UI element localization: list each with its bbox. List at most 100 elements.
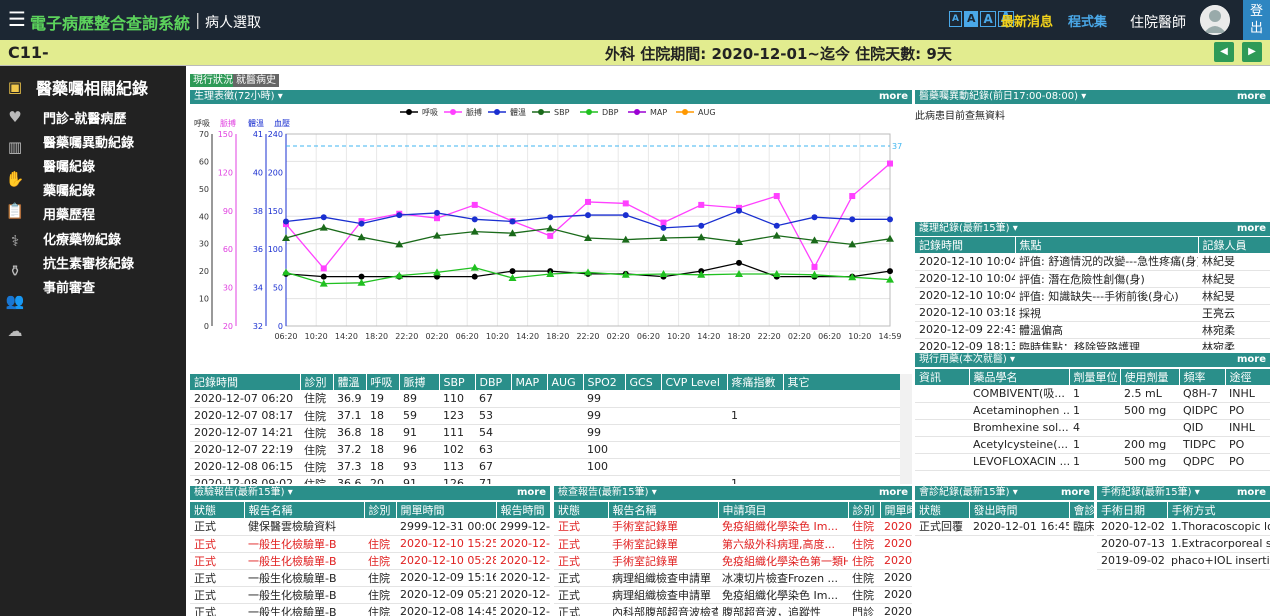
font-size-option[interactable]: A xyxy=(980,11,996,27)
table-row[interactable]: 2020-12-10 10:04 評值: 舒適情況的改變---急性疼痛(身) 林紀旻 xyxy=(915,253,1270,271)
more-link[interactable]: more xyxy=(1237,486,1266,500)
font-size-option[interactable]: A xyxy=(949,11,962,27)
column-header[interactable]: 報告時間 xyxy=(496,502,550,518)
column-header[interactable]: 狀態 xyxy=(190,502,245,518)
column-header[interactable]: 體溫 xyxy=(333,374,367,390)
sidebar-item-outpatient[interactable]: 門診-就醫病歷 xyxy=(43,108,126,127)
column-header[interactable]: 發出時間 xyxy=(969,502,1070,518)
table-row[interactable]: 正式手術室記錄單免疫組織化學染色 Im...住院2020- xyxy=(554,518,912,536)
table-row[interactable]: 正式一般生化檢驗單-B住院2020-12-08 14:452020-12-08 xyxy=(190,603,550,616)
table-row[interactable]: 2020-12-07 22:19 住院 37.2 18 96 102 63 100 xyxy=(190,441,900,459)
next-patient-button[interactable]: ▶ xyxy=(1242,42,1262,62)
table-row[interactable]: 2020-12-07 14:21 住院 36.8 18 91 111 54 99 xyxy=(190,424,900,442)
table-row[interactable]: 正式一般生化檢驗單-B住院2020-12-10 05:282020-12-10 xyxy=(190,552,550,570)
order-change-panel-title[interactable]: 醫藥囑異動紀錄(前日17:00-08:00) xyxy=(919,91,1078,102)
sidebar-item-orders[interactable]: 醫囑紀錄 xyxy=(43,156,95,175)
column-header[interactable]: 焦點 xyxy=(1015,237,1199,253)
column-header[interactable]: GCS xyxy=(625,374,662,390)
table-row[interactable]: 2020-12-10 10:04 評值: 潛在危險性創傷(身) 林紀旻 xyxy=(915,270,1270,288)
column-header[interactable]: 會診 xyxy=(1069,502,1094,518)
more-link[interactable]: more xyxy=(1237,353,1266,367)
column-header[interactable]: AUG xyxy=(547,374,584,390)
nursing-panel-title[interactable]: 護理紀錄(最新15筆) xyxy=(919,223,1010,234)
table-row[interactable]: 正式一般生化檢驗單-B住院2020-12-10 15:252020-12-10 xyxy=(190,535,550,553)
table-row[interactable]: 2020-12-09 22:43 體溫偏高 林宛柔 xyxy=(915,321,1270,339)
sidebar-item-medication-orders[interactable]: 藥囑紀錄 xyxy=(43,180,95,199)
column-header[interactable]: 途徑 xyxy=(1225,369,1270,385)
hamburger-menu-icon[interactable]: ☰ xyxy=(8,7,26,31)
column-header[interactable]: SPO2 xyxy=(583,374,626,390)
column-header[interactable]: SBP xyxy=(439,374,476,390)
table-row[interactable]: 2020-07-131.Extracorporeal shock xyxy=(1097,535,1270,553)
sidebar-item-medication-history[interactable]: 用藥歷程 xyxy=(43,204,95,223)
column-header[interactable]: 其它 xyxy=(783,374,900,390)
sidebar-item-pre-review[interactable]: 事前審查 xyxy=(43,277,95,296)
surgery-panel-title[interactable]: 手術紀錄(最新15筆) xyxy=(1101,487,1192,498)
table-row[interactable]: 2020-12-08 06:15 住院 37.3 18 93 113 67 100 xyxy=(190,458,900,476)
sidebar-item-order-changes[interactable]: 醫藥囑異動紀錄 xyxy=(43,132,134,151)
vitals-table-scrollbar[interactable] xyxy=(900,374,912,484)
table-row[interactable]: COMBIVENT(吸... 1 2.5 mL Q8H-7 INHL xyxy=(915,385,1270,403)
user-avatar-icon[interactable] xyxy=(1200,5,1230,35)
table-row[interactable]: 2020-12-021.Thoracoscopic lobectomy xyxy=(1097,518,1270,536)
more-link[interactable]: more xyxy=(879,90,908,104)
column-header[interactable]: 手術日期 xyxy=(1097,502,1168,518)
column-header[interactable]: 狀態 xyxy=(554,502,609,518)
apps-link[interactable]: 程式集 xyxy=(1068,11,1107,30)
exam-panel-title[interactable]: 檢查報告(最新15筆) xyxy=(558,487,649,498)
font-size-option[interactable]: A xyxy=(963,11,979,27)
table-row[interactable]: 正式一般生化檢驗單-B住院2020-12-09 15:162020-12-09 xyxy=(190,569,550,587)
table-row[interactable]: 2019-09-02phaco+IOL insertion xyxy=(1097,552,1270,570)
more-link[interactable]: more xyxy=(1061,486,1090,500)
sidebar-item-antibiotics[interactable]: 抗生素審核紀錄 xyxy=(43,253,134,272)
more-link[interactable]: more xyxy=(1237,222,1266,236)
column-header[interactable]: 診別 xyxy=(848,502,881,518)
more-link[interactable]: more xyxy=(879,486,908,500)
system-title[interactable]: 電子病歷整合查詢系統 xyxy=(30,10,190,34)
column-header[interactable]: 申請項目 xyxy=(718,502,849,518)
column-header[interactable]: 藥品學名 xyxy=(969,369,1070,385)
column-header[interactable]: 手術方式 xyxy=(1167,502,1270,518)
table-row[interactable]: 正式回覆 2020-12-01 16:45 臨床 xyxy=(915,518,1094,536)
table-row[interactable]: 2020-12-07 06:20 住院 36.9 19 89 110 67 99 xyxy=(190,390,900,408)
column-header[interactable]: 報告名稱 xyxy=(244,502,365,518)
more-link[interactable]: more xyxy=(1237,90,1266,104)
table-row[interactable]: Acetylcysteine(... 1 200 mg TIDPC PO xyxy=(915,436,1270,454)
column-header[interactable]: 脈搏 xyxy=(399,374,440,390)
column-header[interactable]: 呼吸 xyxy=(366,374,400,390)
column-header[interactable]: 頻率 xyxy=(1179,369,1226,385)
table-row[interactable]: 2020-12-08 09:02 住院 36.6 20 91 126 71 1 xyxy=(190,475,900,484)
table-row[interactable]: Bromhexine sol... 4 QID INHL xyxy=(915,419,1270,437)
column-header[interactable]: 診別 xyxy=(300,374,334,390)
column-header[interactable]: 使用劑量 xyxy=(1120,369,1180,385)
select-patient-link[interactable]: 病人選取 xyxy=(205,12,261,32)
table-row[interactable]: 正式內科部腹部超音波檢查腹部超音波，追蹤性門診2020- xyxy=(554,603,912,616)
column-header[interactable]: DBP xyxy=(475,374,512,390)
column-header[interactable]: 資訊 xyxy=(915,369,970,385)
news-link[interactable]: 最新消息 xyxy=(1001,11,1053,30)
table-row[interactable]: 正式病理組織檢查申請單冰凍切片檢查Frozen ...住院2020- xyxy=(554,569,912,587)
table-row[interactable]: 正式健保醫雲檢驗資料 2999-12-31 00:002999-12-31 xyxy=(190,518,550,536)
column-header[interactable]: MAP xyxy=(511,374,548,390)
table-row[interactable]: 2020-12-10 03:18 採視 王亮云 xyxy=(915,304,1270,322)
column-header[interactable]: CVP Level xyxy=(661,374,728,390)
table-row[interactable]: 2020-12-07 08:17 住院 37.1 18 59 123 53 99 1 xyxy=(190,407,900,425)
column-header[interactable]: 開單時 xyxy=(880,502,912,518)
table-row[interactable]: 正式病理組織檢查申請單免疫組織化學染色 Im...住院2020- xyxy=(554,586,912,604)
table-row[interactable]: 正式手術室記錄單第六級外科病理,高度...住院2020- xyxy=(554,535,912,553)
logout-button[interactable]: 登 出 xyxy=(1243,0,1270,40)
column-header[interactable]: 記錄時間 xyxy=(915,237,1016,253)
previous-patient-button[interactable]: ◀ xyxy=(1214,42,1234,62)
tab-current-status[interactable]: 現行狀況 xyxy=(190,74,236,87)
table-row[interactable]: 正式手術室記錄單免疫組織化學染色第一類H...住院2020- xyxy=(554,552,912,570)
column-header[interactable]: 診別 xyxy=(364,502,397,518)
column-header[interactable]: 開單時間 xyxy=(396,502,497,518)
consult-panel-title[interactable]: 會診紀錄(最新15筆) xyxy=(919,487,1010,498)
column-header[interactable]: 疼痛指數 xyxy=(727,374,784,390)
column-header[interactable]: 狀態 xyxy=(915,502,970,518)
table-row[interactable]: 2020-12-09 18:13 臨時焦點：移除管路護理 林宛柔 xyxy=(915,338,1270,350)
column-header[interactable]: 記錄人員 xyxy=(1198,237,1270,253)
table-row[interactable]: LEVOFLOXACIN ... 1 500 mg QDPC PO xyxy=(915,453,1270,471)
table-row[interactable]: Acetaminophen ... 1 500 mg QIDPC PO xyxy=(915,402,1270,420)
table-row[interactable]: 正式一般生化檢驗單-B住院2020-12-09 05:212020-12-09 xyxy=(190,586,550,604)
